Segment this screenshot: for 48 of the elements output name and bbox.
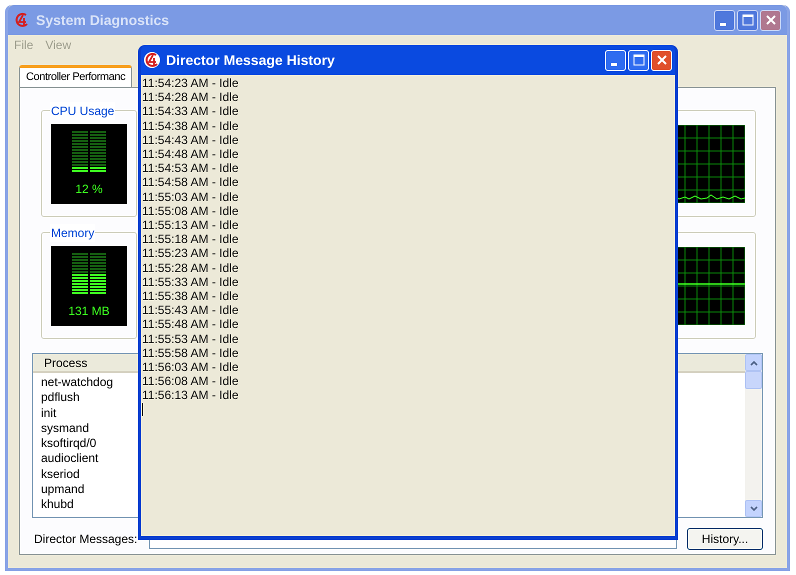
history-line: 11:54:33 AM - Idle [142, 104, 240, 119]
history-line: 11:55:58 AM - Idle [142, 346, 240, 360]
history-line: 11:54:23 AM - Idle [142, 76, 240, 90]
meter-reading: 12 % [75, 180, 103, 198]
scrollbar[interactable] [745, 354, 762, 517]
history-line: 11:54:53 AM - Idle [142, 161, 240, 176]
chevron-up-icon [750, 360, 758, 366]
meter-reading: 131 MB [68, 302, 110, 320]
scroll-thumb[interactable] [745, 371, 762, 389]
history-line: 11:55:23 AM - Idle [142, 246, 240, 261]
history-line: 11:55:38 AM - Idle [142, 289, 240, 304]
scroll-down-button[interactable] [745, 500, 762, 517]
history-line: 11:54:38 AM - Idle [142, 118, 240, 133]
history-line: 11:55:18 AM - Idle [142, 232, 240, 246]
history-line: 11:56:13 AM - Idle [142, 388, 240, 403]
history-line: 11:55:53 AM - Idle [142, 332, 240, 346]
history-line: 11:55:43 AM - Idle [142, 303, 240, 318]
close-icon [656, 54, 668, 66]
dialog-title: Director Message History [166, 50, 336, 70]
logo-icon [144, 52, 160, 68]
history-button[interactable]: History... [687, 528, 763, 550]
window-title: System Diagnostics [36, 10, 170, 30]
history-line: 11:55:08 AM - Idle [142, 204, 240, 218]
field-label: Director Messages: [33, 531, 138, 548]
history-line: 11:55:03 AM - Idle [142, 190, 240, 204]
maximize-button[interactable] [737, 10, 758, 30]
history-line: 11:55:28 AM - Idle [142, 260, 240, 275]
close-icon [764, 14, 776, 26]
maximize-icon [742, 14, 754, 26]
minimize-icon [610, 62, 616, 66]
history-line: 11:54:43 AM - Idle [142, 132, 240, 148]
history-line: 11:54:28 AM - Idle [142, 90, 240, 104]
history-line: 11:56:08 AM - Idle [142, 374, 240, 388]
history-line: 11:55:13 AM - Idle [142, 218, 240, 232]
minimize-icon [720, 22, 726, 26]
scroll-up-button[interactable] [745, 354, 762, 371]
history-line: 11:54:48 AM - Idle [142, 147, 240, 162]
history-line: 11:54:58 AM - Idle [142, 175, 240, 190]
history-line: 11:56:03 AM - Idle [142, 360, 240, 374]
tab[interactable]: Controller Performanc [19, 65, 132, 87]
minimize-button[interactable] [714, 10, 735, 30]
text-cursor [142, 402, 143, 416]
history-line: 11:55:33 AM - Idle [142, 274, 240, 290]
history-line: 11:55:48 AM - Idle [142, 317, 240, 332]
maximize-icon [632, 54, 644, 66]
logo-icon [14, 12, 30, 28]
close-button[interactable] [760, 10, 781, 30]
chevron-down-icon [750, 506, 758, 512]
